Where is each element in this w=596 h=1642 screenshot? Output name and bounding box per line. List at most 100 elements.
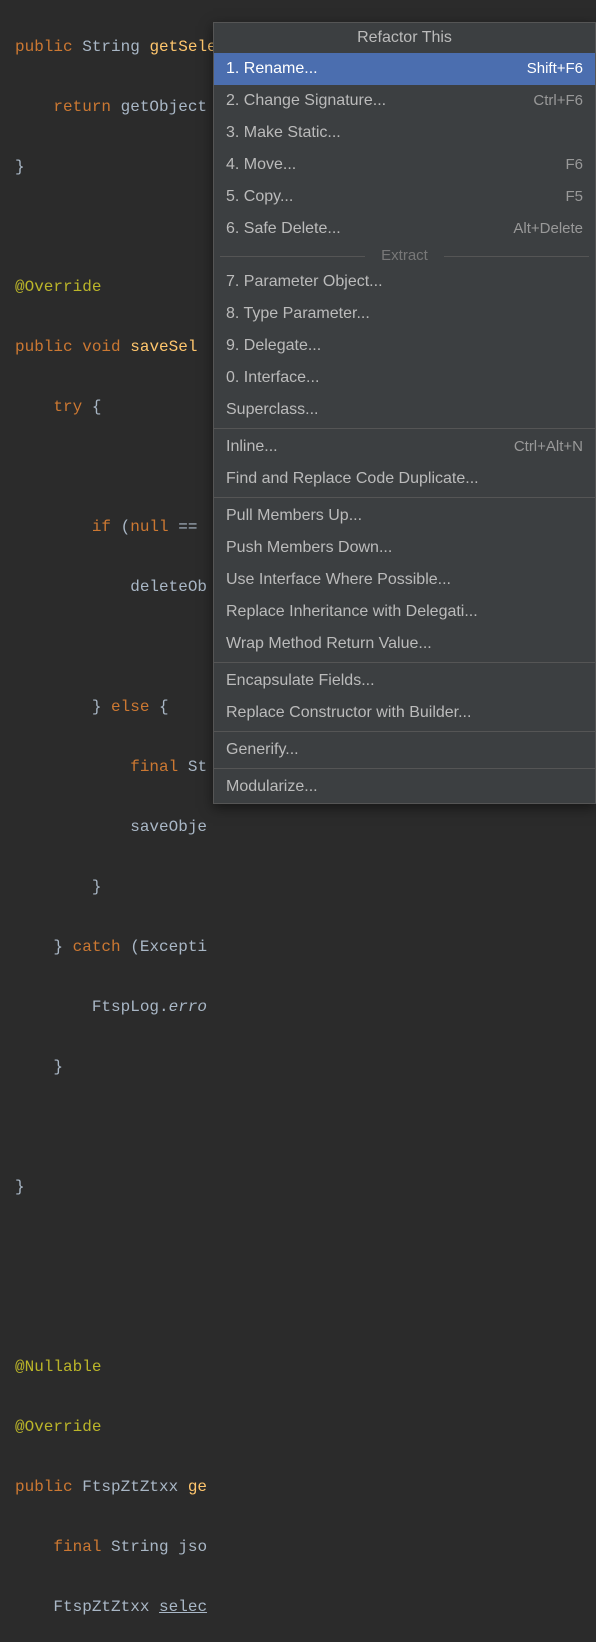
menu-item-label: Push Members Down... — [226, 536, 392, 560]
menu-item[interactable]: 0. Interface... — [214, 362, 595, 394]
menu-item-label: Find and Replace Code Duplicate... — [226, 467, 479, 491]
brace: } — [92, 878, 102, 896]
separator — [214, 428, 595, 429]
menu-item-shortcut: Ctrl+Alt+N — [514, 435, 583, 459]
annotation: @Override — [15, 1418, 101, 1436]
brace: { — [82, 398, 101, 416]
menu-item-label: 1. Rename... — [226, 57, 318, 81]
keyword: else — [101, 698, 159, 716]
keyword: final — [130, 758, 178, 776]
menu-item[interactable]: Inline... Ctrl+Alt+N — [214, 431, 595, 463]
type: FtspZtZtxx — [73, 1478, 188, 1496]
menu-item-label: Pull Members Up... — [226, 504, 362, 528]
menu-item[interactable]: 1. Rename... Shift+F6 — [214, 53, 595, 85]
menu-item-label: Wrap Method Return Value... — [226, 632, 432, 656]
brace: } — [53, 938, 63, 956]
menu-item-label: Replace Constructor with Builder... — [226, 701, 471, 725]
menu-item[interactable]: Find and Replace Code Duplicate... — [214, 463, 595, 495]
method-name: ge — [188, 1478, 207, 1496]
menu-item-label: 4. Move... — [226, 153, 296, 177]
menu-item[interactable]: 4. Move... F6 — [214, 149, 595, 181]
brace: } — [53, 1058, 63, 1076]
code-line: FtspLog.erro — [15, 992, 596, 1022]
keyword: try — [53, 398, 82, 416]
brace: } — [92, 698, 102, 716]
code-text: FtspLog. — [92, 998, 169, 1016]
menu-item[interactable]: 5. Copy... F5 — [214, 181, 595, 213]
method-name: saveSel — [130, 338, 197, 356]
menu-item[interactable]: 3. Make Static... — [214, 117, 595, 149]
menu-item-shortcut: Shift+F6 — [527, 57, 583, 81]
refactor-popup: Refactor This 1. Rename... Shift+F6 2. Cha… — [213, 22, 596, 804]
menu-item-label: Inline... — [226, 435, 278, 459]
variable: selec — [159, 1598, 207, 1616]
menu-item[interactable]: Superclass... — [214, 394, 595, 426]
code-line: } — [15, 872, 596, 902]
keyword: public — [15, 338, 73, 356]
code-line: @Nullable — [15, 1352, 596, 1382]
keyword: void — [82, 338, 120, 356]
keyword: public — [15, 1478, 73, 1496]
annotation: @Nullable — [15, 1358, 101, 1376]
menu-item-shortcut: Alt+Delete — [513, 217, 583, 241]
separator — [214, 768, 595, 769]
code-text: ( — [111, 518, 130, 536]
menu-item-label: 5. Copy... — [226, 185, 293, 209]
popup-title: Refactor This — [214, 23, 595, 53]
brace: } — [15, 1178, 25, 1196]
code-line — [15, 1232, 596, 1262]
keyword: return — [53, 98, 111, 116]
menu-item-shortcut: F6 — [565, 153, 583, 177]
keyword: final — [53, 1538, 101, 1556]
menu-item-label: Modularize... — [226, 775, 318, 799]
menu-item[interactable]: Pull Members Up... — [214, 500, 595, 532]
menu-item[interactable]: Push Members Down... — [214, 532, 595, 564]
menu-item[interactable]: 6. Safe Delete... Alt+Delete — [214, 213, 595, 245]
menu-item[interactable]: Wrap Method Return Value... — [214, 628, 595, 660]
code-text: String jso — [101, 1538, 207, 1556]
annotation: @Override — [15, 278, 101, 296]
type: String — [82, 38, 140, 56]
menu-item-label: Replace Inheritance with Delegati... — [226, 600, 478, 624]
menu-group: Pull Members Up... Push Members Down... Us… — [214, 500, 595, 660]
menu-item-shortcut: F5 — [565, 185, 583, 209]
type: FtspZtZtxx — [53, 1598, 159, 1616]
menu-item-label: Generify... — [226, 738, 299, 762]
menu-item-label: Use Interface Where Possible... — [226, 568, 451, 592]
menu-item[interactable]: Generify... — [214, 734, 595, 766]
menu-item-label: 6. Safe Delete... — [226, 217, 341, 241]
separator — [214, 731, 595, 732]
menu-item[interactable]: Use Interface Where Possible... — [214, 564, 595, 596]
menu-item[interactable]: Encapsulate Fields... — [214, 665, 595, 697]
code-line: @Override — [15, 1412, 596, 1442]
menu-item-label: 3. Make Static... — [226, 121, 341, 145]
brace: } — [15, 158, 25, 176]
menu-item[interactable]: Replace Constructor with Builder... — [214, 697, 595, 729]
menu-item[interactable]: 9. Delegate... — [214, 330, 595, 362]
keyword: if — [92, 518, 111, 536]
menu-item-label: 7. Parameter Object... — [226, 270, 383, 294]
code-line: saveObje — [15, 812, 596, 842]
keyword: catch — [63, 938, 130, 956]
code-line: public FtspZtZtxx ge — [15, 1472, 596, 1502]
code-line: } catch (Excepti — [15, 932, 596, 962]
menu-item[interactable]: 8. Type Parameter... — [214, 298, 595, 330]
menu-item-label: 2. Change Signature... — [226, 89, 386, 113]
menu-item[interactable]: Modularize... — [214, 771, 595, 803]
code-text: St — [178, 758, 207, 776]
menu-item[interactable]: 7. Parameter Object... — [214, 266, 595, 298]
menu-item[interactable]: 2. Change Signature... Ctrl+F6 — [214, 85, 595, 117]
separator — [214, 497, 595, 498]
menu-item-shortcut: Ctrl+F6 — [533, 89, 583, 113]
code-line — [15, 1292, 596, 1322]
keyword: null — [130, 518, 168, 536]
code-line — [15, 1112, 596, 1142]
menu-group: 1. Rename... Shift+F6 2. Change Signature.… — [214, 53, 595, 245]
menu-item-label: Encapsulate Fields... — [226, 669, 375, 693]
menu-item[interactable]: Replace Inheritance with Delegati... — [214, 596, 595, 628]
menu-group: Modularize... — [214, 771, 595, 803]
separator — [214, 662, 595, 663]
code-line: FtspZtZtxx selec — [15, 1592, 596, 1622]
menu-group: Encapsulate Fields... Replace Constructor… — [214, 665, 595, 729]
section-extract: Extract — [214, 245, 595, 266]
